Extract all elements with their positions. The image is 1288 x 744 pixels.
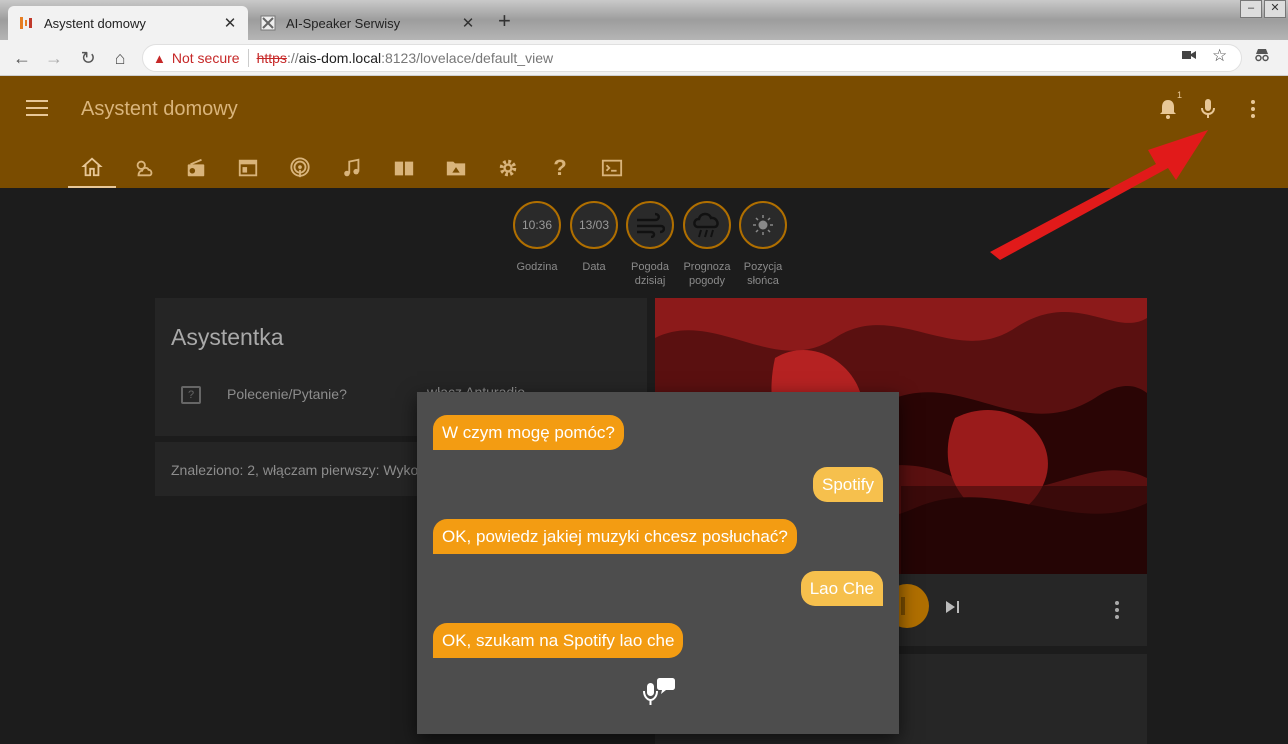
console-icon[interactable] xyxy=(588,148,636,188)
camera-icon[interactable] xyxy=(1182,48,1196,64)
reload-icon[interactable]: ↻ xyxy=(76,46,100,70)
minimize-window-icon[interactable]: – xyxy=(1240,0,1262,18)
player-more-icon[interactable] xyxy=(1114,600,1120,625)
browser-toolbar: ← → ↻ ⌂ ▲ Not secure https://ais-dom.loc… xyxy=(0,40,1288,76)
more-vert-icon[interactable] xyxy=(1250,99,1256,124)
url-scheme: https xyxy=(256,50,287,66)
date-badge[interactable]: 13/03 xyxy=(570,201,618,249)
url-path: :8123/lovelace/default_view xyxy=(381,50,554,66)
wind-icon[interactable] xyxy=(626,201,674,249)
assistant-message: OK, powiedz jakiej muzyki chcesz posłuch… xyxy=(433,519,797,554)
user-message: Lao Che xyxy=(800,571,883,606)
command-label: Polecenie/Pytanie? xyxy=(227,386,347,402)
close-window-icon[interactable]: ✕ xyxy=(1264,0,1286,18)
home-button-icon[interactable]: ⌂ xyxy=(108,46,132,70)
hamburger-menu-icon[interactable] xyxy=(26,100,48,118)
badge-label: Data xyxy=(582,261,606,273)
folder-icon[interactable] xyxy=(432,148,480,188)
user-message: Spotify xyxy=(813,467,883,502)
conversation-dialog: W czym mogę pomóc? Spotify OK, powiedz j… xyxy=(417,392,899,734)
podcast-icon[interactable] xyxy=(276,148,324,188)
help-icon[interactable]: ? xyxy=(536,148,584,188)
media-panel-icon[interactable] xyxy=(224,148,272,188)
bookmark-star-icon[interactable]: ☆ xyxy=(1212,46,1227,66)
voice-input-icon[interactable] xyxy=(642,677,676,709)
gear-icon[interactable] xyxy=(484,148,532,188)
url-host: ais-dom.local xyxy=(298,50,382,66)
close-tab-icon[interactable]: ✕ xyxy=(222,14,238,32)
badge-label: Pogoda dzisiaj xyxy=(631,261,669,287)
browser-tab-asystent[interactable]: Asystent domowy ✕ xyxy=(8,6,248,40)
browser-tab-ai-speaker[interactable]: AI-Speaker Serwisy ✕ xyxy=(250,6,486,40)
badge-label: Pozycja słońca xyxy=(743,261,783,287)
new-tab-button[interactable]: + xyxy=(498,10,511,32)
warning-triangle-icon: ▲ xyxy=(153,50,166,66)
back-arrow-icon[interactable]: ← xyxy=(10,46,34,70)
next-track-icon[interactable] xyxy=(945,600,961,619)
ai-speaker-favicon-icon xyxy=(260,15,276,31)
page-title: Asystent domowy xyxy=(81,98,238,120)
close-tab-icon[interactable]: ✕ xyxy=(460,14,476,32)
notification-count: 1 xyxy=(1177,90,1183,100)
sun-icon[interactable] xyxy=(739,201,787,249)
card-title: Asystentka xyxy=(171,324,284,350)
radio-icon[interactable] xyxy=(172,148,220,188)
weather-icon[interactable] xyxy=(120,148,168,188)
tab-title: AI-Speaker Serwisy xyxy=(286,15,401,31)
clock-badge[interactable]: 10:36 xyxy=(513,201,561,249)
divider xyxy=(247,49,249,67)
ais-favicon-icon xyxy=(20,17,32,29)
rain-cloud-icon[interactable] xyxy=(683,201,731,249)
annotation-arrow xyxy=(990,130,1208,260)
badge-label: Prognoza pogody xyxy=(683,261,731,287)
music-icon[interactable] xyxy=(328,148,376,188)
address-bar[interactable]: ▲ Not secure https://ais-dom.local:8123/… xyxy=(142,44,1242,72)
forward-arrow-icon[interactable]: → xyxy=(42,46,66,70)
security-label[interactable]: Not secure xyxy=(172,50,240,66)
badge-label: Godzina xyxy=(516,261,558,273)
browser-tab-bar: Asystent domowy ✕ AI-Speaker Serwisy ✕ +… xyxy=(0,0,1288,40)
question-icon: ? xyxy=(181,386,201,404)
book-icon[interactable] xyxy=(380,148,428,188)
url-scheme-separator: :// xyxy=(286,50,299,66)
assistant-message: W czym mogę pomóc? xyxy=(433,415,624,450)
incognito-icon[interactable] xyxy=(1254,48,1270,65)
assistant-message: OK, szukam na Spotify lao che xyxy=(433,623,684,658)
home-icon[interactable] xyxy=(68,148,116,188)
tab-title: Asystent domowy xyxy=(44,15,146,31)
